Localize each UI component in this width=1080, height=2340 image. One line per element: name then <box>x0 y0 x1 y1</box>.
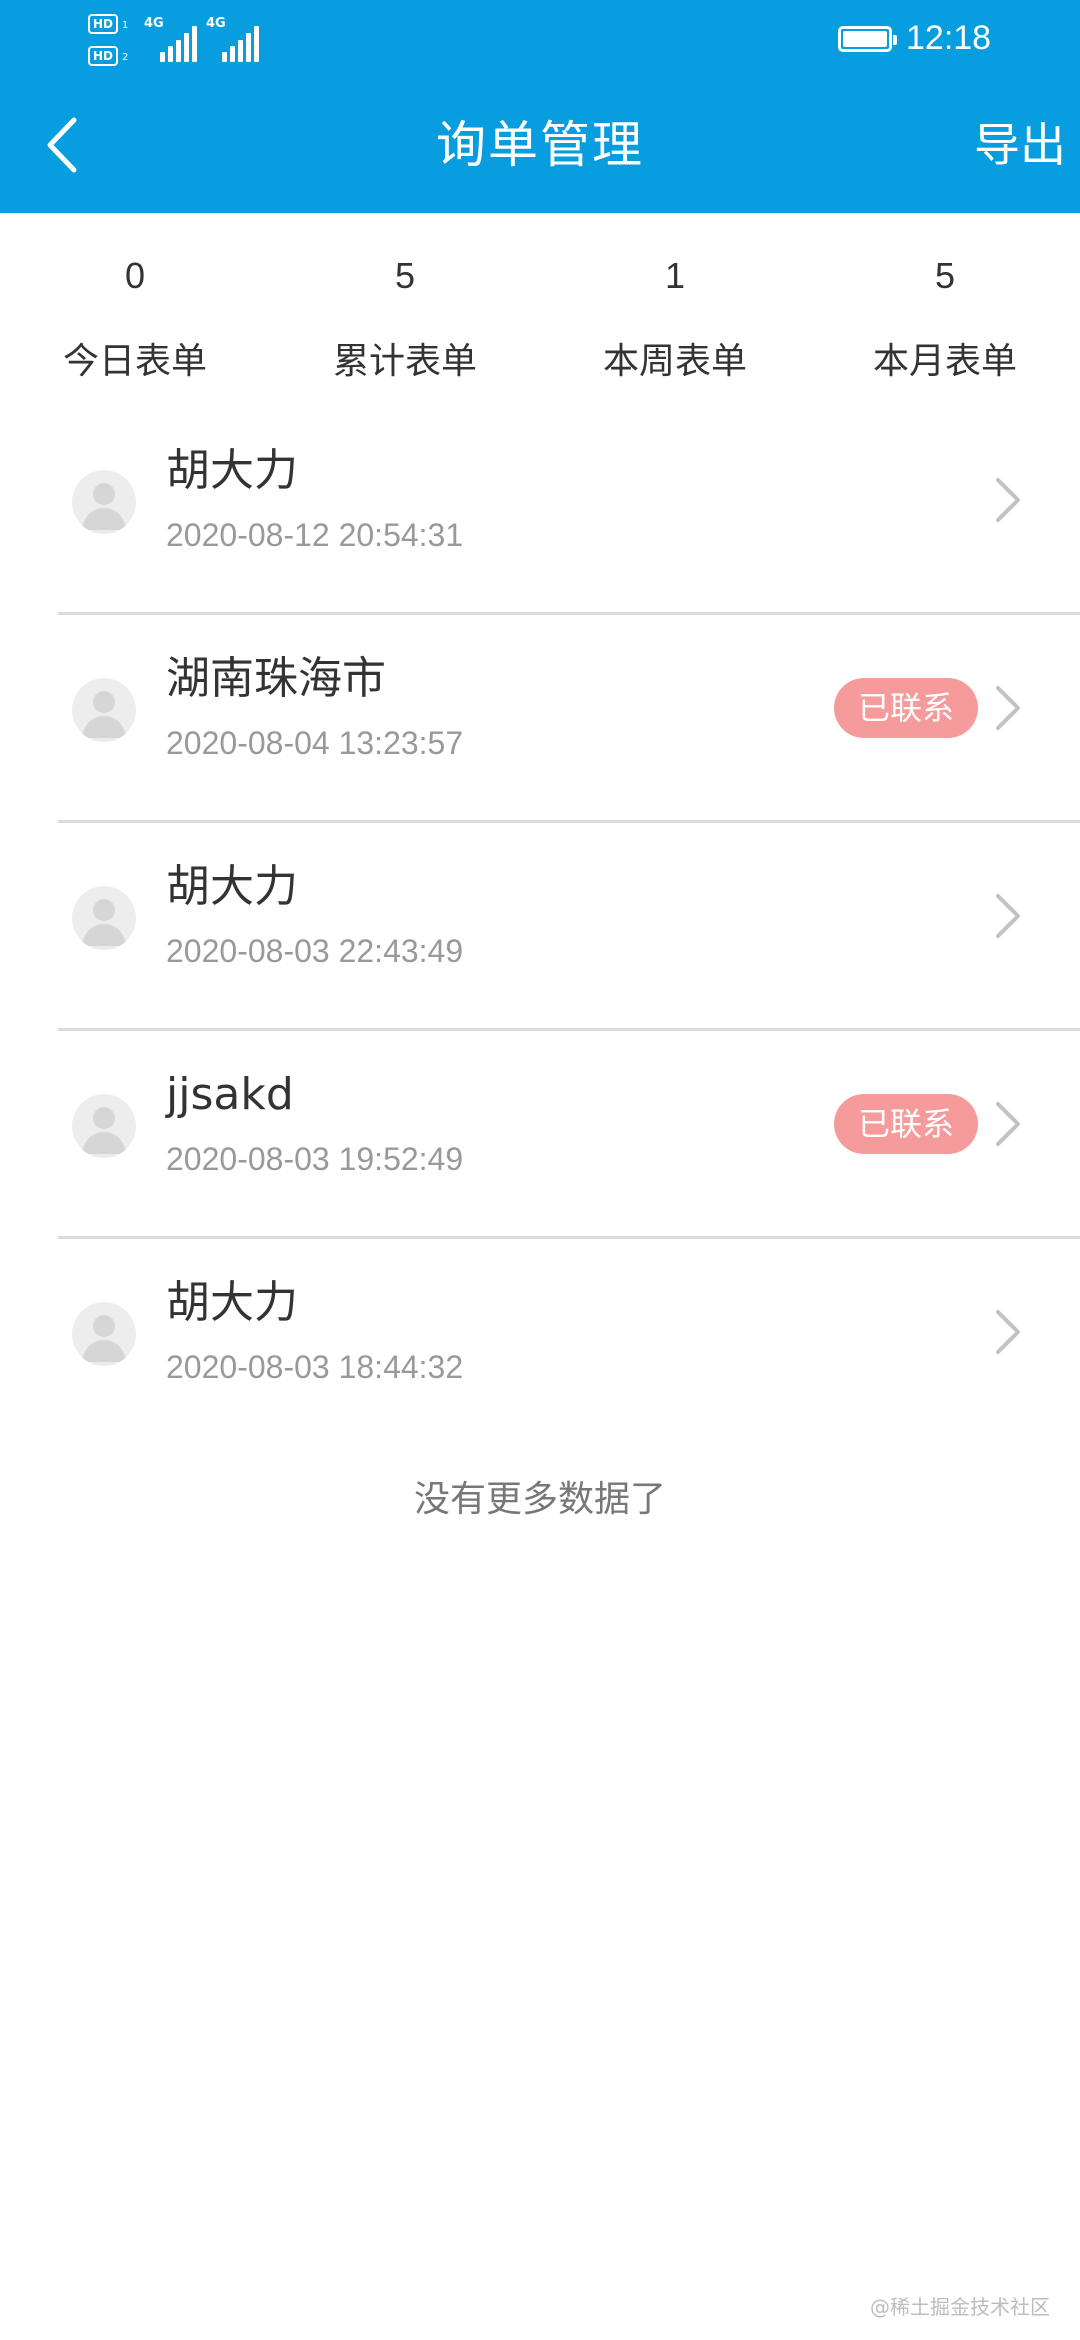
list-item[interactable]: 湖南珠海市 2020-08-04 13:23:57 已联系 <box>0 638 1080 846</box>
divider <box>58 820 1080 823</box>
watermark: @稀土掘金技术社区 <box>870 2295 1050 2319</box>
hd-badge-sim1: HD <box>88 14 118 34</box>
export-button[interactable]: 导出 <box>974 110 1066 180</box>
page-title: 询单管理 <box>436 116 644 174</box>
list-item[interactable]: 胡大力 2020-08-03 22:43:49 <box>0 846 1080 1054</box>
divider <box>58 612 1080 615</box>
stats-row: 0 今日表单 5 累计表单 1 本周表单 5 本月表单 <box>0 213 1080 413</box>
divider <box>58 1028 1080 1031</box>
hd-badges: HD 1 HD 2 <box>88 12 138 72</box>
item-time: 2020-08-12 20:54:31 <box>166 517 464 553</box>
back-button[interactable] <box>30 110 100 180</box>
list-item[interactable]: jjsakd 2020-08-03 19:52:49 已联系 <box>0 1054 1080 1262</box>
status-time: 12:18 <box>906 19 992 57</box>
user-avatar-icon <box>72 1302 136 1366</box>
stat-label: 本周表单 <box>602 341 747 382</box>
battery-icon <box>838 26 897 52</box>
hd-badge-sim2: HD <box>88 46 118 66</box>
stat-month: 5 本月表单 <box>810 213 1080 413</box>
header: HD 1 HD 2 4G 4G 12:18 询单管理 导出 <box>0 0 1080 213</box>
signal-icon: 4G <box>206 16 266 62</box>
chevron-left-icon <box>47 117 77 173</box>
user-avatar-icon <box>72 678 136 742</box>
item-name: 胡大力 <box>166 445 298 496</box>
item-time: 2020-08-03 18:44:32 <box>166 1349 464 1385</box>
user-avatar-icon <box>72 1094 136 1158</box>
chevron-right-icon <box>996 478 1020 522</box>
user-avatar-icon <box>72 886 136 950</box>
screen: HD 1 HD 2 4G 4G 12:18 询单管理 导出 0 今日表单 5 累… <box>0 0 1080 2340</box>
user-avatar-icon <box>72 470 136 534</box>
item-time: 2020-08-03 19:52:49 <box>166 1141 464 1177</box>
item-time: 2020-08-04 13:23:57 <box>166 725 464 761</box>
sim2-label: 2 <box>122 52 129 63</box>
chevron-right-icon <box>996 1310 1020 1354</box>
nav-bar: 询单管理 导出 <box>0 80 1080 213</box>
status-bar: HD 1 HD 2 4G 4G 12:18 <box>0 0 1080 80</box>
item-name: 胡大力 <box>166 1277 298 1328</box>
signal-bars <box>222 26 264 62</box>
stat-value: 0 <box>124 255 146 296</box>
stat-total: 5 累计表单 <box>270 213 540 413</box>
signal-icon: 4G <box>144 16 204 62</box>
status-badge: 已联系 <box>834 678 978 738</box>
signal-bars <box>160 26 202 62</box>
stat-label: 本月表单 <box>872 341 1017 382</box>
stat-value: 5 <box>394 255 416 296</box>
sim1-label: 1 <box>122 20 129 31</box>
list-item[interactable]: 胡大力 2020-08-12 20:54:31 <box>0 430 1080 638</box>
item-time: 2020-08-03 22:43:49 <box>166 933 464 969</box>
chevron-right-icon <box>996 1102 1020 1146</box>
status-badge: 已联系 <box>834 1094 978 1154</box>
stat-value: 1 <box>664 255 686 296</box>
stat-week: 1 本周表单 <box>540 213 810 413</box>
stat-label: 今日表单 <box>62 341 207 382</box>
signal-group: HD 1 HD 2 4G 4G <box>88 12 268 72</box>
no-more-data-text: 没有更多数据了 <box>413 1479 666 1520</box>
item-name: jjsakd <box>166 1069 294 1120</box>
divider <box>58 1236 1080 1239</box>
chevron-right-icon <box>996 894 1020 938</box>
stat-label: 累计表单 <box>332 341 477 382</box>
list-item[interactable]: 胡大力 2020-08-03 18:44:32 <box>0 1262 1080 1470</box>
stat-today: 0 今日表单 <box>0 213 270 413</box>
item-name: 胡大力 <box>166 861 298 912</box>
item-name: 湖南珠海市 <box>166 653 386 704</box>
stat-value: 5 <box>934 255 956 296</box>
chevron-right-icon <box>996 686 1020 730</box>
